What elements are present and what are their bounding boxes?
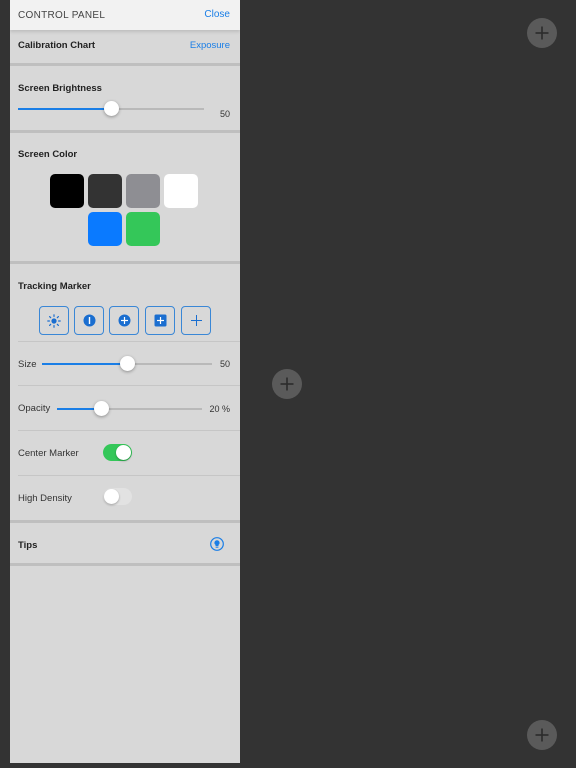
brightness-slider-knob[interactable]: [104, 101, 119, 116]
screen-color-label: Screen Color: [18, 149, 78, 160]
tips-row[interactable]: Tips: [10, 523, 240, 563]
panel-header: CONTROL PANEL Close: [10, 0, 240, 30]
tracking-marker-label: Tracking Marker: [18, 281, 91, 292]
opacity-slider[interactable]: [57, 401, 202, 416]
plus-icon: [190, 315, 202, 326]
center-marker-label: Center Marker: [18, 448, 79, 459]
brightness-slider[interactable]: [18, 101, 204, 116]
add-button-center[interactable]: [272, 369, 302, 399]
plus-icon: [535, 26, 549, 40]
color-swatch-dark-gray[interactable]: [88, 174, 122, 208]
calibration-chart-row[interactable]: Calibration Chart Exposure: [10, 30, 240, 63]
screen-brightness-label: Screen Brightness: [18, 83, 102, 94]
divider: [18, 475, 240, 476]
divider: [18, 430, 240, 431]
marker-option-sun[interactable]: [39, 306, 69, 335]
add-button-top-right[interactable]: [527, 18, 557, 48]
color-swatch-blue[interactable]: [88, 212, 122, 246]
divider: [18, 341, 240, 342]
opacity-label: Opacity: [18, 403, 51, 414]
panel-title: CONTROL PANEL: [18, 10, 106, 21]
control-panel: CONTROL PANEL Close Calibration Chart Ex…: [10, 0, 240, 763]
screen-color-section: Screen Color: [10, 133, 240, 261]
color-swatch-white[interactable]: [164, 174, 198, 208]
marker-option-info[interactable]: [74, 306, 104, 335]
color-swatch-black[interactable]: [50, 174, 84, 208]
color-swatch-gray[interactable]: [126, 174, 160, 208]
marker-option-plus-square[interactable]: [145, 306, 175, 335]
plus-icon: [280, 377, 294, 391]
info-circle-icon: [83, 314, 95, 327]
toggle-knob: [116, 445, 131, 460]
sun-icon: [47, 313, 61, 328]
high-density-label: High Density: [18, 493, 72, 504]
screen-brightness-section: Screen Brightness 50: [10, 66, 240, 130]
add-button-bottom-right[interactable]: [527, 720, 557, 750]
size-label: Size: [18, 359, 37, 370]
center-marker-toggle[interactable]: [103, 444, 132, 461]
exposure-button[interactable]: Exposure: [190, 40, 230, 51]
calibration-chart-label: Calibration Chart: [18, 40, 96, 51]
tracking-marker-section: Tracking Marker Size 50 Opacity 20 % Cen…: [10, 264, 240, 520]
brightness-slider-fill: [18, 108, 111, 110]
plus-icon: [535, 728, 549, 742]
divider: [18, 385, 240, 386]
close-button[interactable]: Close: [204, 9, 230, 20]
divider: [10, 563, 240, 566]
size-value: 50: [219, 359, 230, 369]
opacity-value: 20 %: [209, 404, 230, 414]
marker-option-plus-circle[interactable]: [109, 306, 139, 335]
high-density-toggle[interactable]: [103, 488, 132, 505]
plus-circle-icon: [118, 314, 130, 327]
size-slider-knob[interactable]: [120, 356, 135, 371]
marker-option-plus[interactable]: [181, 306, 211, 335]
color-swatch-green[interactable]: [126, 212, 160, 246]
plus-square-icon: [154, 314, 166, 327]
toggle-knob: [104, 489, 119, 504]
size-slider-fill: [42, 363, 127, 365]
size-slider[interactable]: [42, 356, 212, 371]
brightness-value: 50: [219, 109, 230, 119]
tips-label: Tips: [18, 540, 38, 551]
lightbulb-icon[interactable]: [210, 537, 224, 556]
opacity-slider-knob[interactable]: [93, 401, 109, 416]
